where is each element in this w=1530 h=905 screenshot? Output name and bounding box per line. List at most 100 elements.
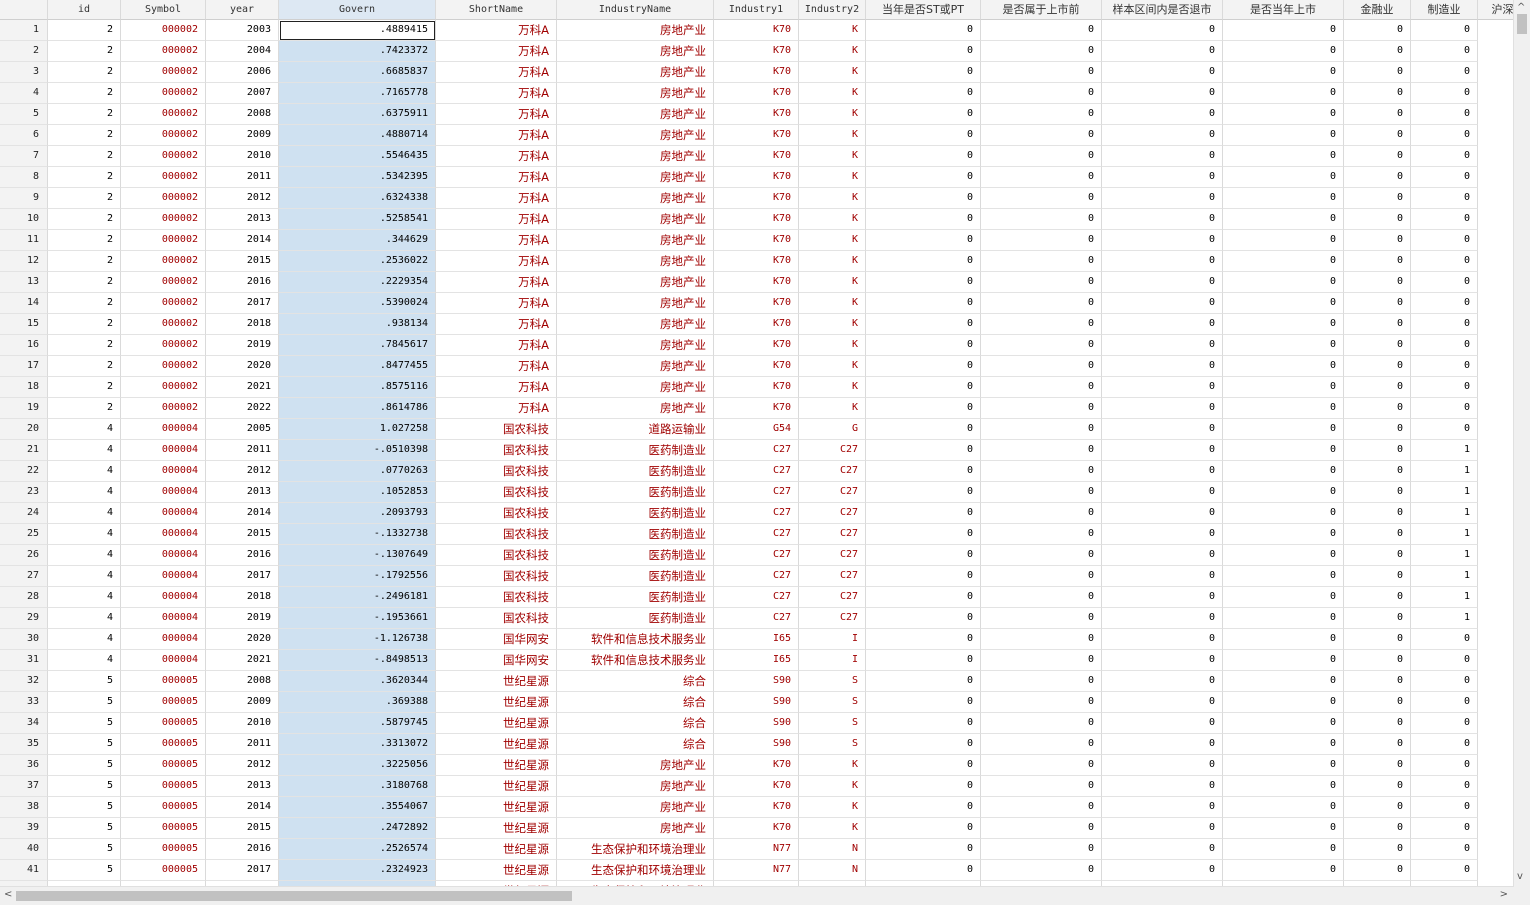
column-header-ind2[interactable]: Industry2	[799, 0, 866, 20]
cell-govern[interactable]: .4880714	[279, 125, 436, 146]
cell-ind1[interactable]: K70	[714, 188, 799, 209]
cell-year[interactable]: 2010	[206, 146, 279, 167]
table-row[interactable]: 4 2 000002 2007.7165778 万科A 房地产业 K70 K 0 0 0 0 0 0	[0, 83, 1514, 104]
cell-industry[interactable]: 房地产业	[557, 125, 714, 146]
cell-st[interactable]: 0	[866, 377, 981, 398]
cell-mfg[interactable]: 1	[1411, 566, 1478, 587]
cell-st[interactable]: 0	[866, 692, 981, 713]
cell-short[interactable]: 国农科技	[436, 440, 557, 461]
cell-delist[interactable]: 0	[1102, 608, 1223, 629]
cell-id[interactable]: 2	[48, 314, 121, 335]
cell-mfg[interactable]: 0	[1411, 629, 1478, 650]
column-header-delist[interactable]: 样本区间内是否退市	[1102, 0, 1223, 20]
cell-ind2[interactable]: K	[799, 146, 866, 167]
cell-symbol[interactable]: 000004	[121, 650, 206, 671]
cell-govern[interactable]: .4889415	[279, 20, 436, 41]
cell-ind2[interactable]: K	[799, 104, 866, 125]
table-row[interactable]: 15 2 000002 2018.938134 万科A 房地产业 K70 K 0 0 0 0 0 0	[0, 314, 1514, 335]
table-row[interactable]: 30 4 000004 2020 -1.126738 国华网安 软件和信息技术服务业 I65 I…	[0, 629, 1514, 650]
cell-ind2[interactable]: K	[799, 251, 866, 272]
cell-delist[interactable]: 0	[1102, 146, 1223, 167]
cell-govern[interactable]: .5342395	[279, 167, 436, 188]
cell-delist[interactable]: 0	[1102, 251, 1223, 272]
cell-symbol[interactable]: 000004	[121, 419, 206, 440]
cell-short[interactable]: 国农科技	[436, 608, 557, 629]
cell-symbol[interactable]: 000005	[121, 713, 206, 734]
cell-st[interactable]: 0	[866, 188, 981, 209]
cell-ind1[interactable]: S90	[714, 734, 799, 755]
cell-fin[interactable]: 0	[1344, 41, 1411, 62]
cell-year[interactable]: 2013	[206, 482, 279, 503]
table-row[interactable]: 21 4 000004 2011 -.0510398 国农科技 医药制造业 C27 C27 0 0 0…	[0, 440, 1514, 461]
cell-delist[interactable]: 0	[1102, 860, 1223, 881]
scroll-up-icon[interactable]: ^	[1517, 2, 1525, 14]
table-row[interactable]: 11 2 000002 2014.344629 万科A 房地产业 K70 K 0 0 0 0 0 0	[0, 230, 1514, 251]
cell-ind2[interactable]: K	[799, 62, 866, 83]
cell-delist[interactable]: 0	[1102, 377, 1223, 398]
cell-prelist[interactable]: 0	[981, 41, 1102, 62]
cell-prelist[interactable]: 0	[981, 713, 1102, 734]
cell-mfg[interactable]: 1	[1411, 545, 1478, 566]
cell-fin[interactable]: 0	[1344, 650, 1411, 671]
cell-st[interactable]: 0	[866, 62, 981, 83]
cell-mfg[interactable]: 0	[1411, 293, 1478, 314]
table-row[interactable]: 5 2 000002 2008.6375911 万科A 房地产业 K70 K 0 0 0 0 0 0	[0, 104, 1514, 125]
cell-symbol[interactable]: 000002	[121, 209, 206, 230]
cell-ind2[interactable]: S	[799, 734, 866, 755]
column-header-st[interactable]: 当年是否ST或PT	[866, 0, 981, 20]
cell-industry[interactable]: 房地产业	[557, 314, 714, 335]
cell-year[interactable]: 2007	[206, 83, 279, 104]
cell-fin[interactable]: 0	[1344, 314, 1411, 335]
cell-fin[interactable]: 0	[1344, 545, 1411, 566]
column-header-mfg[interactable]: 制造业	[1411, 0, 1478, 20]
cell-id[interactable]: 4	[48, 608, 121, 629]
cell-prelist[interactable]: 0	[981, 104, 1102, 125]
cell-symbol[interactable]: 000005	[121, 860, 206, 881]
cell-listyear[interactable]: 0	[1223, 20, 1344, 41]
cell-fin[interactable]: 0	[1344, 62, 1411, 83]
cell-govern[interactable]: .2526574	[279, 839, 436, 860]
cell-id[interactable]: 4	[48, 566, 121, 587]
cell-govern[interactable]: .5546435	[279, 146, 436, 167]
table-row[interactable]: 34 5 000005 2010.5879745 世纪星源 综合 S90 S 0 0 0 0 0 0	[0, 713, 1514, 734]
cell-st[interactable]: 0	[866, 545, 981, 566]
table-row[interactable]: 6 2 000002 2009.4880714 万科A 房地产业 K70 K 0 0 0 0 0 0	[0, 125, 1514, 146]
cell-fin[interactable]: 0	[1344, 587, 1411, 608]
cell-st[interactable]: 0	[866, 461, 981, 482]
column-header-id[interactable]: id	[48, 0, 121, 20]
column-header-prelist[interactable]: 是否属于上市前	[981, 0, 1102, 20]
cell-year[interactable]: 2003	[206, 20, 279, 41]
cell-fin[interactable]: 0	[1344, 20, 1411, 41]
cell-ind2[interactable]: N	[799, 860, 866, 881]
cell-delist[interactable]: 0	[1102, 230, 1223, 251]
cell-govern[interactable]: -.8498513	[279, 650, 436, 671]
cell-id[interactable]: 5	[48, 734, 121, 755]
cell-year[interactable]: 2004	[206, 41, 279, 62]
cell-delist[interactable]: 0	[1102, 713, 1223, 734]
cell-prelist[interactable]: 0	[981, 167, 1102, 188]
cell-symbol[interactable]: 000005	[121, 734, 206, 755]
scroll-right-icon[interactable]: >	[1500, 889, 1508, 901]
cell-st[interactable]: 0	[866, 482, 981, 503]
cell-fin[interactable]: 0	[1344, 209, 1411, 230]
cell-delist[interactable]: 0	[1102, 692, 1223, 713]
cell-ind1[interactable]: S90	[714, 692, 799, 713]
cell-fin[interactable]: 0	[1344, 230, 1411, 251]
cell-delist[interactable]: 0	[1102, 440, 1223, 461]
cell-ind1[interactable]: K70	[714, 797, 799, 818]
cell-ind1[interactable]: K70	[714, 314, 799, 335]
cell-short[interactable]: 世纪星源	[436, 692, 557, 713]
cell-industry[interactable]: 房地产业	[557, 230, 714, 251]
cell-delist[interactable]: 0	[1102, 62, 1223, 83]
cell-ind1[interactable]: K70	[714, 272, 799, 293]
cell-mfg[interactable]: 0	[1411, 167, 1478, 188]
cell-ind1[interactable]: C27	[714, 587, 799, 608]
cell-symbol[interactable]: 000004	[121, 524, 206, 545]
cell-ind2[interactable]: K	[799, 125, 866, 146]
cell-industry[interactable]: 房地产业	[557, 188, 714, 209]
cell-st[interactable]: 0	[866, 356, 981, 377]
table-row[interactable]: 25 4 000004 2015 -.1332738 国农科技 医药制造业 C27 C27 0 0 0…	[0, 524, 1514, 545]
cell-industry[interactable]: 医药制造业	[557, 503, 714, 524]
cell-year[interactable]: 2008	[206, 104, 279, 125]
cell-symbol[interactable]: 000002	[121, 125, 206, 146]
